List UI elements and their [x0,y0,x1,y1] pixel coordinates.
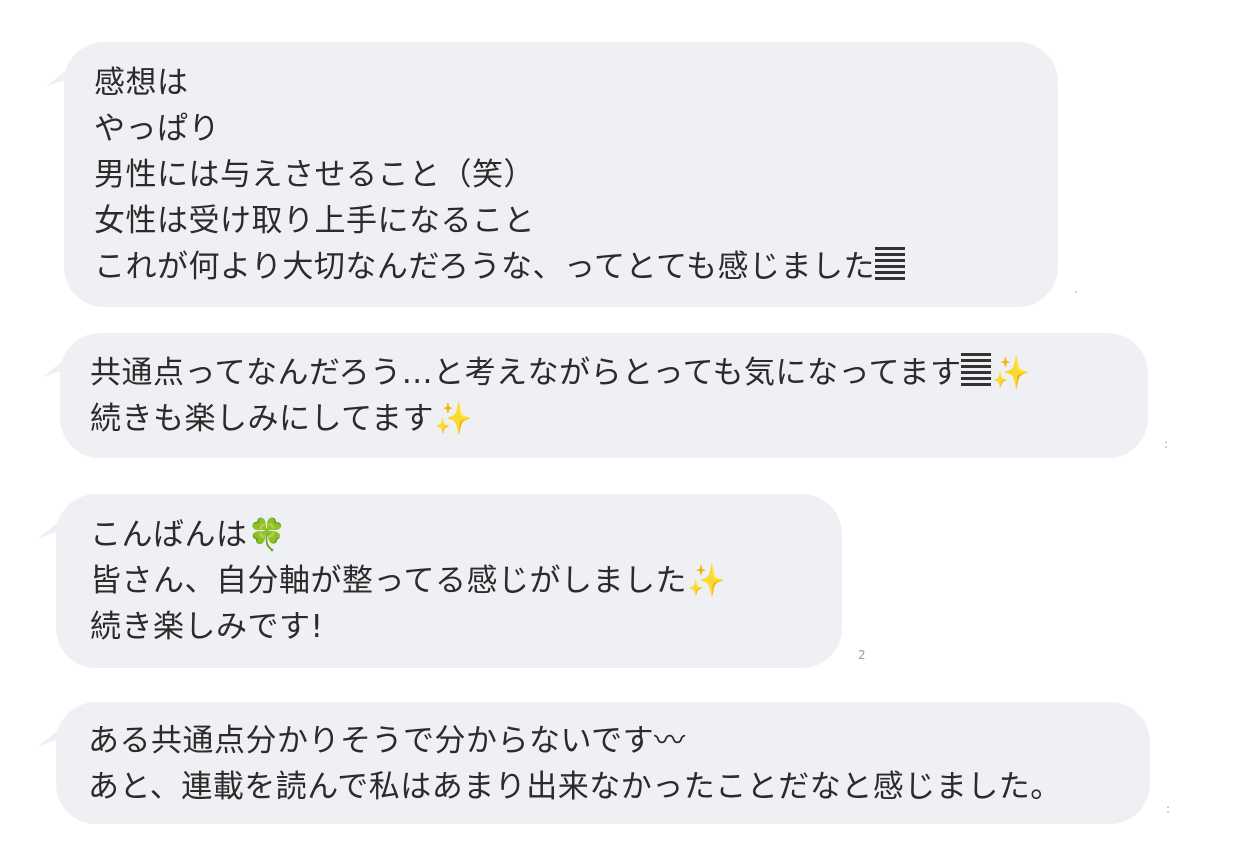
sparkle-icon: ✨ [686,563,727,599]
message-bubble[interactable]: こんばんは🍀 皆さん、自分軸が整ってる感じがしました✨ 続き楽しみです! [56,494,842,668]
message-line: やっぱり [94,111,220,147]
message-line: 続きも楽しみにしてます✨ [90,396,1118,442]
sparkle-icon: ✨ [434,401,474,437]
message-line: これが何より大切なんだろうな、ってとても感じました [94,244,1028,290]
sparkle-icon: ✨ [991,355,1031,391]
message-line: 続き楽しみです! [90,609,324,645]
message-line: 女性は受け取り上手になること [94,203,535,239]
message-line: こんばんは🍀 [90,512,808,558]
message-line: あと、連載を読んで私はあまり出来なかったことだなと感じました。 [88,769,1062,805]
message-bubble[interactable]: 感想は やっぱり 男性には与えさせること（笑） 女性は受け取り上手になること こ… [64,42,1058,307]
message-meta: : [1164,437,1169,451]
bars-icon [961,353,992,387]
message-line: 皆さん、自分軸が整ってる感じがしました✨ [90,558,808,604]
message-bubble[interactable]: 共通点ってなんだろう…と考えながらとっても気になってます ✨ 続きも楽しみにしてま… [60,333,1148,458]
message-meta: : [1166,802,1171,816]
message-line: 共通点ってなんだろう…と考えながらとっても気になってます ✨ [90,350,1118,396]
clover-icon: 🍀 [247,517,287,553]
message-line: 感想は [94,65,189,101]
message-line: ある共通点分かりそうで分からないです〰 [88,723,686,759]
bars-icon [875,247,905,281]
message-bubble[interactable]: ある共通点分かりそうで分からないです〰 あと、連載を読んで私はあまり出来なかった… [56,702,1150,824]
message-meta: . [1074,282,1078,296]
message-line: 男性には与えさせること（笑） [94,157,535,193]
message-meta: 2 [858,648,866,662]
